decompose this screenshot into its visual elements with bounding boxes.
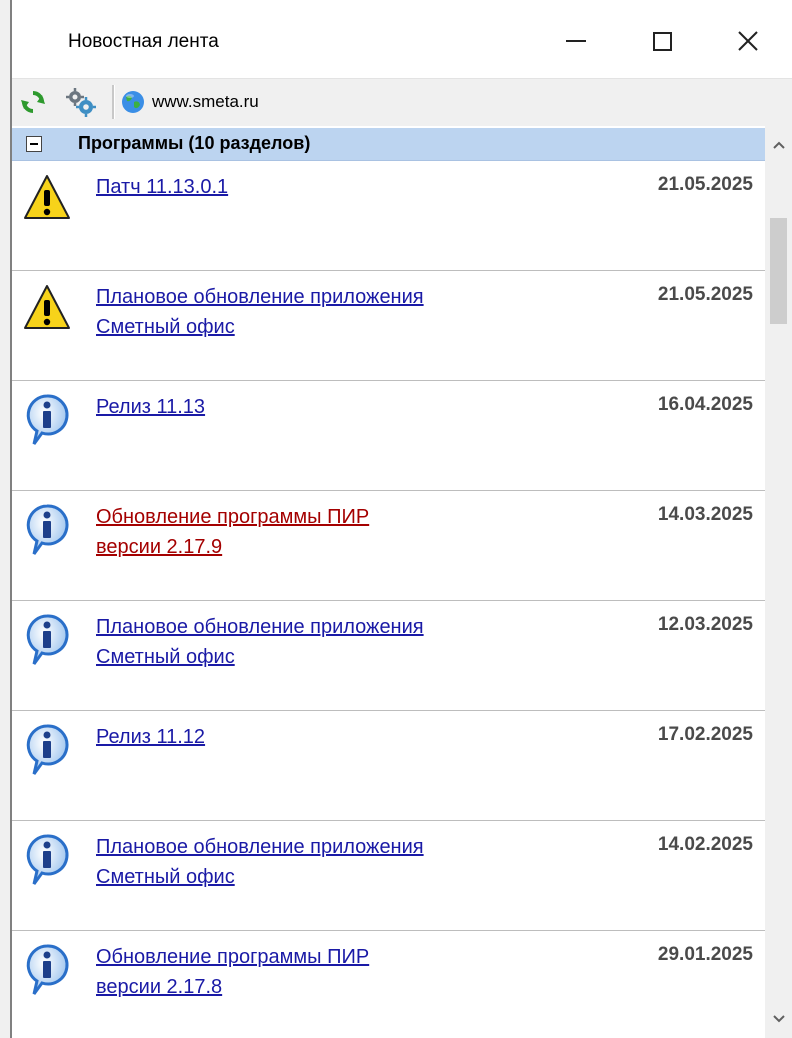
minimize-icon xyxy=(566,40,586,42)
news-title-link[interactable]: Плановое обновление приложения Сметный о… xyxy=(96,282,566,342)
info-icon xyxy=(22,390,72,448)
toolbar: www.smeta.ru xyxy=(12,78,792,127)
news-title-link[interactable]: Плановое обновление приложения Сметный о… xyxy=(96,612,566,672)
refresh-button[interactable] xyxy=(18,87,48,117)
window-left-edge xyxy=(0,0,12,1038)
news-item: Плановое обновление приложения Сметный о… xyxy=(12,602,765,711)
news-title-link[interactable]: Обновление программы ПИР версии 2.17.9 xyxy=(96,502,566,562)
scroll-thumb[interactable] xyxy=(770,218,787,324)
info-icon xyxy=(22,830,72,888)
news-item: Плановое обновление приложения Сметный о… xyxy=(12,822,765,931)
news-title-link[interactable]: Обновление программы ПИР версии 2.17.8 xyxy=(96,942,566,1002)
website-link[interactable]: www.smeta.ru xyxy=(120,87,259,117)
info-icon xyxy=(22,500,72,558)
news-date: 14.02.2025 xyxy=(657,834,753,855)
gears-icon xyxy=(66,88,96,117)
news-date: 29.01.2025 xyxy=(657,944,753,965)
group-header[interactable]: Программы (10 разделов) xyxy=(12,128,765,161)
maximize-icon xyxy=(652,31,672,51)
toolbar-separator xyxy=(112,85,115,119)
news-item: Релиз 11.13 16.04.2025 xyxy=(12,382,765,491)
news-title-link[interactable]: Плановое обновление приложения Сметный о… xyxy=(96,832,566,892)
close-button[interactable] xyxy=(720,16,776,66)
globe-icon xyxy=(122,91,144,113)
news-date: 21.05.2025 xyxy=(657,174,753,195)
vertical-scrollbar[interactable] xyxy=(765,126,792,1038)
window-title: Новостная лента xyxy=(68,31,219,52)
chevron-down-icon xyxy=(772,1015,785,1023)
news-item: Плановое обновление приложения Сметный о… xyxy=(12,272,765,381)
settings-button[interactable] xyxy=(64,87,96,117)
website-link-label: www.smeta.ru xyxy=(152,92,259,111)
group-title: Программы (10 разделов) xyxy=(78,133,311,153)
news-list: Программы (10 разделов) Патч 11.13.0.1 21… xyxy=(12,126,765,1038)
info-icon xyxy=(22,720,72,778)
news-date: 21.05.2025 xyxy=(657,284,753,305)
info-icon xyxy=(22,940,72,998)
news-title-link[interactable]: Релиз 11.12 xyxy=(96,722,566,752)
news-feed-window: Новостная лента www.smeta.ru Программы (… xyxy=(0,0,792,1038)
news-title-link[interactable]: Патч 11.13.0.1 xyxy=(96,172,566,202)
info-icon xyxy=(22,610,72,668)
warning-icon xyxy=(22,280,72,338)
news-date: 14.03.2025 xyxy=(657,504,753,525)
news-item: Патч 11.13.0.1 21.05.2025 xyxy=(12,162,765,271)
refresh-icon xyxy=(21,91,45,113)
news-date: 12.03.2025 xyxy=(657,614,753,635)
scroll-down-button[interactable] xyxy=(765,1004,792,1034)
close-icon xyxy=(738,31,758,51)
title-bar[interactable]: Новостная лента xyxy=(12,0,792,78)
scroll-up-button[interactable] xyxy=(765,130,792,160)
news-item: Релиз 11.12 17.02.2025 xyxy=(12,712,765,821)
collapse-icon[interactable] xyxy=(26,136,42,152)
chevron-up-icon xyxy=(772,141,785,149)
news-item: Обновление программы ПИР версии 2.17.8 29… xyxy=(12,932,765,1038)
maximize-button[interactable] xyxy=(634,16,690,66)
minimize-button[interactable] xyxy=(548,16,604,66)
news-title-link[interactable]: Релиз 11.13 xyxy=(96,392,566,422)
news-date: 17.02.2025 xyxy=(657,724,753,745)
warning-icon xyxy=(22,170,72,228)
news-date: 16.04.2025 xyxy=(657,394,753,415)
news-item: Обновление программы ПИР версии 2.17.9 14… xyxy=(12,492,765,601)
